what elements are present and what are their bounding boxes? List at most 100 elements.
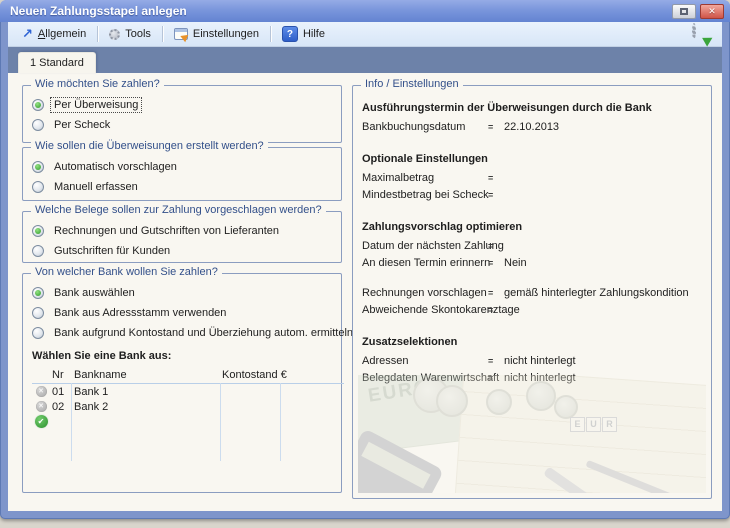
- info-row: Mindestbetrag bei Scheck =: [362, 187, 701, 204]
- gear-icon: [692, 23, 696, 39]
- radio-icon: [32, 245, 44, 257]
- radio-bank-kontostand[interactable]: Bank aufgrund Kontostand und Überziehung…: [32, 326, 341, 340]
- restore-button[interactable]: [672, 4, 696, 19]
- bank-row[interactable]: ✕ 01 Bank 1: [32, 384, 344, 399]
- radio-per-scheck[interactable]: Per Scheck: [32, 118, 341, 132]
- info-row: Adressen = nicht hinterlegt: [362, 353, 701, 370]
- toolbar: ↗ Allgemein Tools Einstellungen ? Hilfe: [8, 22, 722, 47]
- equals-marker-icon: =: [488, 302, 504, 319]
- info-label: Datum der nächsten Zahlung: [362, 238, 488, 255]
- close-icon: ✕: [708, 6, 716, 17]
- radio-bank-auswaehlen[interactable]: Bank auswählen: [32, 286, 341, 300]
- group-title: Wie möchten Sie zahlen?: [31, 78, 164, 90]
- info-row: Abweichende Skontokarenztage =: [362, 302, 701, 319]
- info-value: gemäß hinterlegter Zahlungskondition: [504, 285, 689, 302]
- radio-rechnungen-lieferanten[interactable]: Rechnungen und Gutschriften von Lieferan…: [32, 224, 341, 238]
- radio-label: Manuell erfassen: [51, 180, 141, 194]
- green-arrow-icon: [702, 33, 715, 46]
- bank-table: Nr Bankname Kontostand € ✕ 01 Bank 1 ✕ 0…: [32, 367, 344, 467]
- toolbar-button-allgemein[interactable]: ↗ Allgemein: [14, 26, 94, 42]
- radio-icon: [32, 225, 44, 237]
- bank-name: Bank 2: [72, 401, 220, 413]
- sync-gear-button[interactable]: [692, 25, 710, 43]
- bank-table-header: Nr Bankname Kontostand €: [32, 367, 344, 384]
- radio-label: Automatisch vorschlagen: [51, 160, 180, 174]
- eur-letter-box: R: [602, 417, 617, 432]
- dialog-window: Neuen Zahlungsstapel anlegen ✕ ↗ Allgeme…: [0, 0, 730, 519]
- coin-shape: [526, 381, 556, 411]
- toolbar-button-einstellungen[interactable]: Einstellungen: [166, 26, 267, 42]
- radio-icon: [32, 307, 44, 319]
- toolbar-button-tools[interactable]: Tools: [101, 26, 159, 42]
- info-section-heading: Zahlungsvorschlag optimieren: [362, 221, 701, 233]
- equals-marker-icon: =: [488, 187, 504, 204]
- column-header-kontostand: Kontostand €: [220, 369, 280, 381]
- radio-icon: [32, 99, 44, 111]
- coin-shape: [486, 389, 512, 415]
- radio-automatisch-vorschlagen[interactable]: Automatisch vorschlagen: [32, 160, 341, 174]
- titlebar: Neuen Zahlungsstapel anlegen ✕: [0, 0, 730, 22]
- toolbar-label: Einstellungen: [193, 28, 259, 40]
- bank-table-caption: Wählen Sie eine Bank aus:: [32, 350, 341, 362]
- radio-icon: [32, 327, 44, 339]
- window-body: ↗ Allgemein Tools Einstellungen ? Hilfe: [8, 22, 722, 511]
- info-value: 22.10.2013: [504, 119, 559, 136]
- radio-icon: [32, 161, 44, 173]
- coin-shape: [554, 395, 578, 419]
- info-row: Bankbuchungsdatum = 22.10.2013: [362, 119, 701, 136]
- check-circle-icon: ✔: [35, 415, 48, 428]
- restore-icon: [680, 8, 688, 15]
- coin-shape: [436, 385, 468, 417]
- radio-label: Bank aufgrund Kontostand und Überziehung…: [51, 326, 356, 340]
- content-area: Wie möchten Sie zahlen? Per Überweisung …: [8, 73, 722, 511]
- radio-label: Bank aus Adressstamm verwenden: [51, 306, 229, 320]
- info-label: Bankbuchungsdatum: [362, 119, 488, 136]
- radio-bank-adressstamm[interactable]: Bank aus Adressstamm verwenden: [32, 306, 341, 320]
- group-bank-selection: Von welcher Bank wollen Sie zahlen? Bank…: [22, 273, 342, 493]
- radio-label: Per Überweisung: [51, 98, 141, 112]
- info-label: Abweichende Skontokarenztage: [362, 302, 488, 319]
- info-row: An diesen Termin erinnern = Nein: [362, 255, 701, 272]
- radio-icon: [32, 287, 44, 299]
- radio-label: Bank auswählen: [51, 286, 138, 300]
- close-button[interactable]: ✕: [700, 4, 724, 19]
- radio-icon: [32, 119, 44, 131]
- bank-nr: 01: [50, 386, 72, 398]
- radio-label: Rechnungen und Gutschriften von Lieferan…: [51, 224, 282, 238]
- equals-marker-icon: =: [488, 238, 504, 255]
- tab-standard[interactable]: 1 Standard: [18, 52, 96, 73]
- info-label: Adressen: [362, 353, 488, 370]
- money-watermark: EURO E U R: [358, 375, 706, 493]
- tab-strip: 1 Standard: [8, 47, 722, 73]
- info-value: Nein: [504, 255, 527, 272]
- toolbar-label: Allgemein: [38, 28, 86, 40]
- info-row: Rechnungen vorschlagen = gemäß hinterleg…: [362, 285, 701, 302]
- cancel-circle-icon: ✕: [36, 401, 47, 412]
- eur-letter-box: E: [570, 417, 585, 432]
- info-section-heading: Zusatzselektionen: [362, 336, 701, 348]
- info-label: An diesen Termin erinnern: [362, 255, 488, 272]
- radio-manuell-erfassen[interactable]: Manuell erfassen: [32, 180, 341, 194]
- radio-per-ueberweisung[interactable]: Per Überweisung: [32, 98, 341, 112]
- column-header-nr: Nr: [50, 369, 72, 381]
- info-row: Datum der nächsten Zahlung =: [362, 238, 701, 255]
- bank-row-new[interactable]: ✔: [32, 414, 344, 429]
- group-title: Wie sollen die Überweisungen erstellt we…: [31, 140, 268, 152]
- toolbar-button-hilfe[interactable]: ? Hilfe: [274, 24, 333, 44]
- equals-marker-icon: =: [488, 255, 504, 272]
- info-label: Maximalbetrag: [362, 170, 488, 187]
- group-title: Von welcher Bank wollen Sie zahlen?: [31, 266, 222, 278]
- toolbar-separator: [162, 26, 163, 42]
- info-value: nicht hinterlegt: [504, 353, 576, 370]
- radio-label: Per Scheck: [51, 118, 113, 132]
- column-divider: [71, 383, 72, 461]
- group-payment-method: Wie möchten Sie zahlen? Per Überweisung …: [22, 85, 342, 143]
- radio-gutschriften-kunden[interactable]: Gutschriften für Kunden: [32, 244, 341, 258]
- equals-marker-icon: =: [488, 285, 504, 302]
- bank-row[interactable]: ✕ 02 Bank 2: [32, 399, 344, 414]
- radio-label: Gutschriften für Kunden: [51, 244, 173, 258]
- column-header-bankname: Bankname: [72, 369, 220, 381]
- window-title: Neuen Zahlungsstapel anlegen: [10, 4, 668, 18]
- column-divider: [280, 383, 281, 461]
- equals-marker-icon: =: [488, 119, 504, 136]
